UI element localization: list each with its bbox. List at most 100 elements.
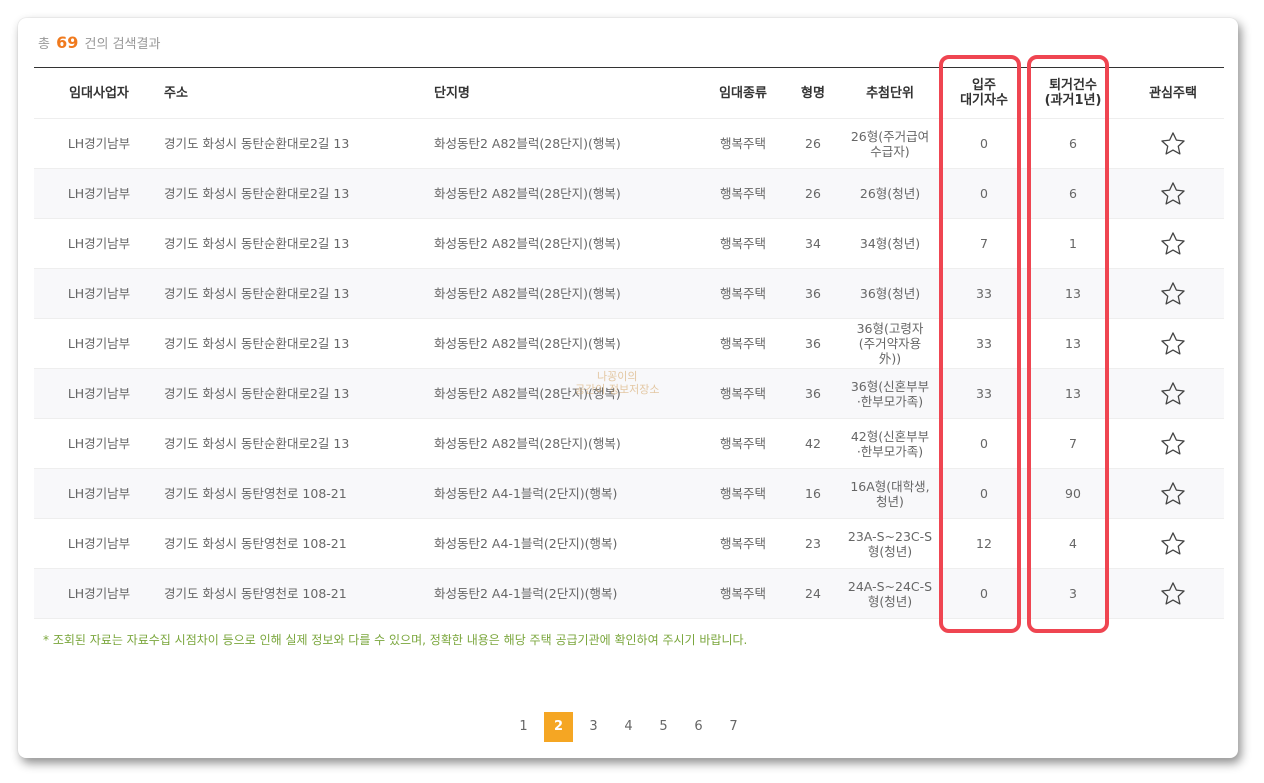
lottery-unit-line: 23A-S~23C-S <box>847 528 933 544</box>
page-3-link[interactable]: 3 <box>576 712 611 742</box>
waiting-count-cell: 0 <box>980 486 988 501</box>
table-header: 임대사업자 주소 단지명 임대종류 형명 추첨단위 입주 대기자수 퇴거건수 (… <box>34 68 1224 119</box>
complex-cell: 화성동탄2 A82블럭(28단지)(행복) <box>434 386 621 401</box>
size-cell: 42 <box>805 436 821 451</box>
lottery-unit-cell: 36형(고령자 (주거약자용 外)) <box>836 321 944 366</box>
complex-cell: 화성동탄2 A4-1블럭(2단지)(행복) <box>434 586 618 601</box>
table-row[interactable]: LH경기남부 경기도 화성시 동탄영천로 108-21 화성동탄2 A4-1블럭(2… <box>34 469 1224 519</box>
rental-type-cell: 행복주택 <box>719 136 766 151</box>
complex-cell: 화성동탄2 A82블럭(28단지)(행복) <box>434 136 621 151</box>
favorite-star-icon[interactable] <box>1122 180 1224 208</box>
table-row[interactable]: LH경기남부 경기도 화성시 동탄순환대로2길 13 화성동탄2 A82블럭(28단… <box>34 369 1224 419</box>
moveout-count-cell: 13 <box>1065 286 1081 301</box>
size-cell: 36 <box>805 286 821 301</box>
page-7-link[interactable]: 7 <box>716 712 751 742</box>
provider-cell: LH경기남부 <box>67 486 131 501</box>
page-5-link[interactable]: 5 <box>646 712 681 742</box>
page-4-link[interactable]: 4 <box>611 712 646 742</box>
table-row[interactable]: LH경기남부 경기도 화성시 동탄영천로 108-21 화성동탄2 A4-1블럭(2… <box>34 519 1224 569</box>
col-provider: 임대사업자 <box>69 85 129 101</box>
size-cell: 24 <box>805 586 821 601</box>
col-address: 주소 <box>164 85 188 101</box>
rental-type-cell: 행복주택 <box>719 486 766 501</box>
col-waiting-line1: 입주 <box>972 78 996 93</box>
col-moveouts: 퇴거건수 (과거1년) <box>1024 78 1122 108</box>
complex-cell: 화성동탄2 A82블럭(28단지)(행복) <box>434 186 621 201</box>
table-row[interactable]: LH경기남부 경기도 화성시 동탄순환대로2길 13 화성동탄2 A82블럭(28단… <box>34 319 1224 369</box>
complex-cell: 화성동탄2 A82블럭(28단지)(행복) <box>434 336 621 351</box>
waiting-count-cell: 12 <box>976 536 992 551</box>
favorite-star-icon[interactable] <box>1122 580 1224 608</box>
provider-cell: LH경기남부 <box>67 436 131 451</box>
summary-suffix: 건의 검색결과 <box>84 37 161 52</box>
favorite-star-icon[interactable] <box>1122 280 1224 308</box>
size-cell: 23 <box>805 536 821 551</box>
address-cell: 경기도 화성시 동탄순환대로2길 13 <box>164 386 350 401</box>
moveout-count-cell: 6 <box>1069 136 1077 151</box>
favorite-star-icon[interactable] <box>1122 480 1224 508</box>
waiting-count-cell: 0 <box>980 586 988 601</box>
table-row[interactable]: LH경기남부 경기도 화성시 동탄순환대로2길 13 화성동탄2 A82블럭(28단… <box>34 269 1224 319</box>
col-waiting-line2: 대기자수 <box>960 93 1008 108</box>
lottery-unit-cell: 16A형(대학생, 청년) <box>836 479 944 509</box>
table-row[interactable]: LH경기남부 경기도 화성시 동탄순환대로2길 13 화성동탄2 A82블럭(28단… <box>34 419 1224 469</box>
favorite-star-icon[interactable] <box>1122 380 1224 408</box>
address-cell: 경기도 화성시 동탄영천로 108-21 <box>164 586 347 601</box>
rental-type-cell: 행복주택 <box>719 286 766 301</box>
size-cell: 36 <box>805 386 821 401</box>
rental-type-cell: 행복주택 <box>719 236 766 251</box>
page-1-link[interactable]: 1 <box>506 712 541 742</box>
favorite-star-icon[interactable] <box>1122 330 1224 358</box>
moveout-count-cell: 4 <box>1069 536 1077 551</box>
favorite-star-icon[interactable] <box>1122 230 1224 258</box>
table-row[interactable]: LH경기남부 경기도 화성시 동탄영천로 108-21 화성동탄2 A4-1블럭(2… <box>34 569 1224 619</box>
lottery-unit-cell: 26형(주거급여 수급자) <box>836 129 944 159</box>
lottery-unit-line: 外)) <box>878 351 902 366</box>
page-6-link[interactable]: 6 <box>681 712 716 742</box>
provider-cell: LH경기남부 <box>67 136 131 151</box>
moveout-count-cell: 6 <box>1069 186 1077 201</box>
favorite-star-icon[interactable] <box>1122 430 1224 458</box>
rental-type-cell: 행복주택 <box>719 386 766 401</box>
table-body: LH경기남부 경기도 화성시 동탄순환대로2길 13 화성동탄2 A82블럭(28단… <box>34 119 1224 619</box>
waiting-count-cell: 0 <box>980 436 988 451</box>
moveout-count-cell: 3 <box>1069 586 1077 601</box>
favorite-star-icon[interactable] <box>1122 530 1224 558</box>
waiting-count-cell: 0 <box>980 136 988 151</box>
provider-cell: LH경기남부 <box>67 536 131 551</box>
waiting-count-cell: 7 <box>980 236 988 251</box>
table-row[interactable]: LH경기남부 경기도 화성시 동탄순환대로2길 13 화성동탄2 A82블럭(28단… <box>34 219 1224 269</box>
provider-cell: LH경기남부 <box>67 286 131 301</box>
rental-type-cell: 행복주택 <box>719 336 766 351</box>
address-cell: 경기도 화성시 동탄순환대로2길 13 <box>164 436 350 451</box>
table-row[interactable]: LH경기남부 경기도 화성시 동탄순환대로2길 13 화성동탄2 A82블럭(28단… <box>34 169 1224 219</box>
waiting-count-cell: 33 <box>976 336 992 351</box>
col-moveouts-line1: 퇴거건수 <box>1049 78 1097 93</box>
lottery-unit-cell: 42형(신혼부부 ·한부모가족) <box>836 429 944 459</box>
provider-cell: LH경기남부 <box>67 586 131 601</box>
lottery-unit-line: 42형(신혼부부 <box>850 428 930 444</box>
favorite-star-icon[interactable] <box>1122 130 1224 158</box>
col-waiting: 입주 대기자수 <box>944 78 1024 108</box>
rental-type-cell: 행복주택 <box>719 586 766 601</box>
lottery-unit-cell: 26형(청년) <box>836 186 944 201</box>
moveout-count-cell: 13 <box>1065 336 1081 351</box>
moveout-count-cell: 13 <box>1065 386 1081 401</box>
lottery-unit-line: 형(청년) <box>867 543 913 559</box>
address-cell: 경기도 화성시 동탄영천로 108-21 <box>164 536 347 551</box>
waiting-count-cell: 0 <box>980 186 988 201</box>
moveout-count-cell: 1 <box>1069 236 1077 251</box>
moveout-count-cell: 7 <box>1069 436 1077 451</box>
col-moveouts-line2: (과거1년) <box>1044 93 1102 108</box>
lottery-unit-line: (주거약자용 <box>858 336 922 351</box>
lottery-unit-line: 형(청년) <box>867 593 913 609</box>
table-row[interactable]: LH경기남부 경기도 화성시 동탄순환대로2길 13 화성동탄2 A82블럭(28단… <box>34 119 1224 169</box>
lottery-unit-line: 수급자) <box>870 143 910 159</box>
page-2-link[interactable]: 2 <box>544 712 573 742</box>
complex-cell: 화성동탄2 A82블럭(28단지)(행복) <box>434 236 621 251</box>
rental-type-cell: 행복주택 <box>719 186 766 201</box>
provider-cell: LH경기남부 <box>67 336 131 351</box>
address-cell: 경기도 화성시 동탄영천로 108-21 <box>164 486 347 501</box>
address-cell: 경기도 화성시 동탄순환대로2길 13 <box>164 186 350 201</box>
complex-cell: 화성동탄2 A82블럭(28단지)(행복) <box>434 286 621 301</box>
